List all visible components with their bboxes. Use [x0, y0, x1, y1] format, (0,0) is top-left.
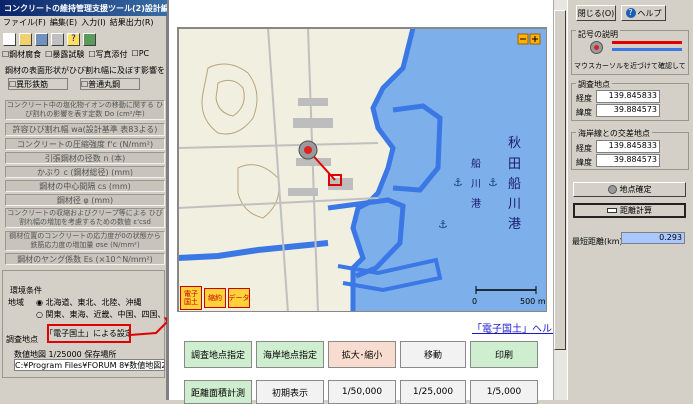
calc-row: 鋼材の中心間隔 cs (mm) [5, 180, 165, 192]
deformed-bar-check[interactable]: ☐異形鉄筋 [8, 78, 68, 90]
initial-view-button[interactable]: 初期表示 [256, 380, 324, 404]
legend-note: マウスカーソルを近づけて確認してください [574, 62, 686, 70]
section-header: 鋼材の表面形状がひび割れ幅に及ぼす影響を表す係数 [5, 66, 165, 75]
sea-label-char-4: 川 [508, 197, 522, 212]
svg-text:⚓: ⚓ [438, 218, 448, 231]
survey-symbol-icon [590, 41, 603, 54]
calc-row: 鋼材のヤング係数 Es (×10^N/mm²) [5, 253, 165, 265]
help-button[interactable]: ? ヘルプ [621, 5, 666, 21]
help-icon[interactable]: ? [67, 32, 80, 46]
print-button[interactable]: 印刷 [470, 341, 538, 368]
scale-5000-button[interactable]: 1/5,000 [470, 380, 538, 404]
help-link[interactable]: 「電子国土」ヘルプ [472, 320, 562, 335]
survey-point-dot [304, 146, 312, 154]
pointer-arrow-line [129, 320, 169, 336]
ruler-icon [607, 208, 617, 213]
chk-pc[interactable]: ☐PC [132, 49, 150, 61]
scale-label-end: 500 m [520, 297, 546, 306]
survey-lat-label: 緯度 [576, 108, 592, 117]
denshi-kokudo-map-button[interactable]: 電子国土 [180, 286, 202, 310]
confirm-point-button[interactable]: 地点確定 [573, 182, 686, 197]
open-icon[interactable] [19, 32, 32, 46]
close-button[interactable]: 閉じる(O) [576, 5, 616, 21]
survey-setting-button[interactable]: 「電子国土」による設定 [47, 324, 131, 343]
menu-input[interactable]: 入力(I) [81, 17, 106, 29]
scrollbar-thumb[interactable] [554, 10, 566, 350]
calc-row: かぶり c (鋼材総径) (mm) [5, 166, 165, 178]
measure-button[interactable]: 距離面積計測 [184, 380, 252, 404]
region-label: 地域 [8, 298, 24, 307]
calc-row: コンクリートの圧縮強度 f'c (N/mm²) [5, 138, 165, 150]
legend-line-red [612, 41, 682, 44]
survey-title: 調査地点 [576, 79, 612, 90]
distance-calc-label: 距離計算 [620, 206, 652, 215]
menu-result[interactable]: 結果出力(R) [110, 17, 154, 29]
data-map-button[interactable]: データ [228, 288, 250, 308]
calc-row: 鋼材径 φ (mm) [5, 194, 165, 206]
svg-text:⚓: ⚓ [453, 176, 463, 189]
reduce-map-button[interactable]: 縮約 [204, 288, 226, 308]
port-label-char-1: 船 [471, 159, 481, 170]
distance-label: 最短距離(km) [572, 237, 623, 246]
survey-lon-label: 経度 [576, 94, 592, 103]
coast-lat-label: 緯度 [576, 158, 592, 167]
confirm-point-label: 地点確定 [619, 185, 652, 194]
save-icon[interactable] [35, 32, 48, 46]
help-button-label: ヘルプ [637, 8, 662, 18]
sea-label-char-1: 秋 [508, 136, 522, 151]
help-question-icon: ? [625, 8, 636, 18]
coast-title: 海岸線との交差地点 [576, 128, 652, 139]
confirm-point-icon [607, 185, 617, 194]
calc-row: 許容ひび割れ幅 wa(設計基準 表83よる) [5, 123, 165, 136]
scale-label-start: 0 [472, 297, 478, 306]
distance-calc-button[interactable]: 距離計算 [573, 203, 686, 218]
survey-point-button[interactable]: 調査地点指定 [184, 341, 252, 368]
sea-label-char-5: 港 [508, 217, 522, 232]
scale-50000-button[interactable]: 1/50,000 [328, 380, 396, 404]
survey-label: 調査地点 [6, 335, 38, 344]
move-button[interactable]: 移動 [400, 341, 466, 368]
legend-line-blue [612, 48, 682, 51]
map-svg: ⚓ ⚓ ⚓ [178, 28, 546, 311]
chk-corrosion[interactable]: ☐鋼材腐食 [2, 49, 41, 61]
calc-row: コンクリート中の塩化物イオンの移動に関する ひび割れの影響を表す定数 Do (c… [5, 100, 165, 120]
zoom-button[interactable]: 拡大･縮小 [328, 341, 396, 368]
left-toolbar: ? [0, 31, 167, 47]
chk-exposure[interactable]: ☐暴露試験 [45, 49, 84, 61]
coast-lat-field[interactable]: 39.884573 [596, 154, 660, 167]
calc-icon[interactable] [51, 32, 64, 46]
sea-label-char-3: 船 [508, 177, 522, 192]
left-window-title: コンクリートの維持管理支援ツール(2)設計編 [4, 3, 167, 13]
calc-row: 引張鋼材の径数 n (本) [5, 152, 165, 164]
menu-edit[interactable]: 編集(E) [50, 17, 77, 29]
menu-file[interactable]: ファイル(F) [3, 17, 46, 29]
survey-lon-field[interactable]: 139.845833 [596, 90, 660, 103]
map-viewport[interactable]: ⚓ ⚓ ⚓ [177, 27, 547, 312]
survey-symbol-dot [594, 45, 599, 50]
distance-value: 0.293 [621, 232, 685, 244]
coast-point-button[interactable]: 海岸地点指定 [256, 341, 324, 368]
left-menubar: ファイル(F) 編集(E) 入力(I) 結果出力(R) [0, 17, 167, 29]
env-title: 環境条件 [8, 285, 44, 296]
survey-lat-field[interactable]: 39.884573 [596, 104, 660, 117]
left-title-bar: コンクリートの維持管理支援ツール(2)設計編 [0, 0, 167, 16]
svg-text:⚓: ⚓ [488, 176, 498, 189]
scale-25000-button[interactable]: 1/25,000 [400, 380, 466, 404]
calc-row: 鋼材位置のコンクリートの応力度が0の状態から 鉄筋応力度の増加量 σse (N/… [5, 231, 165, 251]
coast-lon-field[interactable]: 139.845833 [596, 140, 660, 153]
sea-label-char-2: 田 [508, 157, 522, 172]
book-icon[interactable] [83, 32, 96, 46]
legend-title: 記号の説明 [576, 29, 620, 40]
chk-photo[interactable]: ☐写真添付 [88, 49, 127, 61]
port-label-char-2: 川 [471, 179, 481, 190]
round-bar-check[interactable]: ☐普通丸鋼 [80, 78, 140, 90]
check-strip: ☐鋼材腐食 ☐暴露試験 ☐写真添付 ☐PC [0, 49, 167, 61]
left-window: コンクリートの維持管理支援ツール(2)設計編 ファイル(F) 編集(E) 入力(… [0, 0, 167, 400]
new-icon[interactable] [3, 32, 16, 46]
coast-lon-label: 経度 [576, 144, 592, 153]
region-radio-north[interactable]: ◉ 北海道、東北、北陸、沖縄 [36, 297, 142, 308]
map-path-input[interactable]: C:¥Program Files¥FORUM 8¥数値地図25000 [14, 359, 165, 371]
port-label-char-3: 港 [471, 199, 481, 210]
calc-row: コンクリートの収縮およびクリープ等による ひび割れ幅の増加を考慮するための数値 … [5, 208, 165, 228]
